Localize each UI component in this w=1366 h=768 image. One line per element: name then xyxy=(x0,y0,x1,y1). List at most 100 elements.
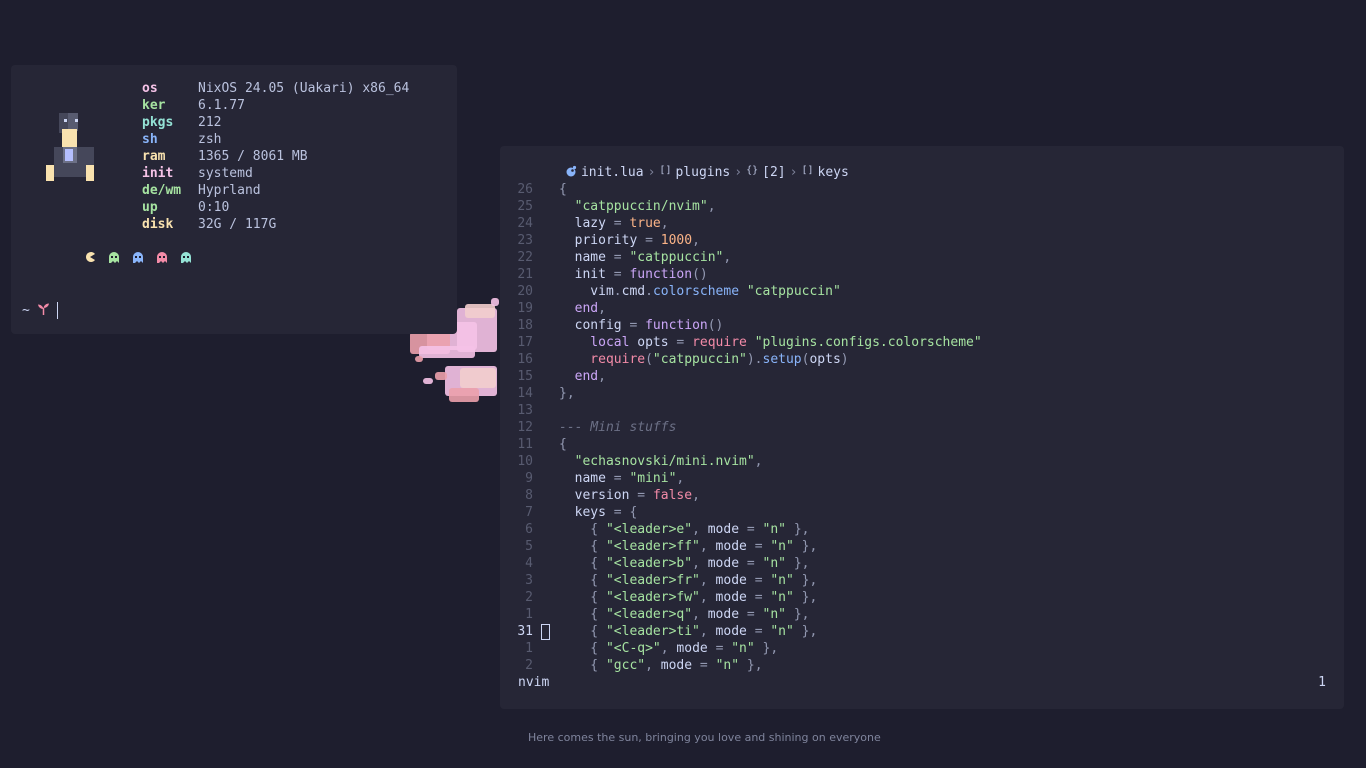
ghost-red-icon xyxy=(156,251,168,263)
breadcrumb-file[interactable]: init.lua xyxy=(581,165,644,180)
code-token: ). xyxy=(746,352,763,367)
code-token: }, xyxy=(786,556,810,571)
code-line: 4 { "<leader>b", mode = "n" }, xyxy=(500,555,1344,572)
sprout-icon xyxy=(37,302,50,319)
code-token: . xyxy=(613,284,622,299)
fetch-row: init systemd xyxy=(142,165,409,182)
fetch-terminal-window[interactable]: os NixOS 24.05 (Uakari) x86_64 ker 6.1.77 pk… xyxy=(11,65,457,334)
code-token: "catppuccin" xyxy=(746,284,841,299)
code-token: , xyxy=(660,216,669,231)
code-token: , xyxy=(692,556,708,571)
code-line: 8 version = false, xyxy=(500,487,1344,504)
code-token: "n" xyxy=(770,590,794,605)
code-token: , xyxy=(699,573,716,588)
fetch-key: disk xyxy=(142,217,174,232)
code-token: }, xyxy=(754,641,779,656)
breadcrumb-item[interactable]: [2] xyxy=(762,165,785,180)
code-token: "plugins.configs.colorscheme" xyxy=(754,335,982,350)
fetch-key: ram xyxy=(142,149,166,164)
code-token: mode xyxy=(715,624,755,639)
code-line: 2 { "<leader>fw", mode = "n" }, xyxy=(500,589,1344,606)
code-line: 17 local opts = require "plugins.configs… xyxy=(500,334,1344,351)
code-token: mode xyxy=(715,573,755,588)
code-token: , xyxy=(754,454,763,469)
code-token: }, xyxy=(793,539,818,554)
code-token: "n" xyxy=(762,556,786,571)
code-line: 1 { "<C-q>", mode = "n" }, xyxy=(500,640,1344,657)
code-token: . xyxy=(645,284,653,299)
code-token: , xyxy=(699,624,716,639)
object-icon: {} xyxy=(746,165,759,176)
shell-prompt[interactable]: ~ xyxy=(22,301,58,319)
code-token: mode xyxy=(707,556,747,571)
breadcrumb-separator: › xyxy=(647,165,656,180)
code-token: { xyxy=(559,590,606,605)
code-token: = xyxy=(645,233,661,248)
line-number: 31 xyxy=(517,624,533,639)
fetch-row: sh zsh xyxy=(142,131,409,148)
code-token: }, xyxy=(786,607,810,622)
code-token: "n" xyxy=(731,641,755,656)
line-number: 1 xyxy=(525,641,533,656)
code-token: keys xyxy=(559,505,614,520)
line-number: 17 xyxy=(517,335,533,350)
sakura-petal-cluster xyxy=(415,356,423,362)
code-line: 3 { "<leader>fr", mode = "n" }, xyxy=(500,572,1344,589)
code-token: mode xyxy=(660,658,700,673)
code-token: true xyxy=(629,216,661,231)
line-number: 9 xyxy=(525,471,533,486)
fetch-row: pkgs 212 xyxy=(142,114,409,131)
code-line: 26 { xyxy=(500,181,1344,198)
array-icon: [] xyxy=(801,165,814,176)
code-token: , xyxy=(598,301,606,316)
code-token: setup xyxy=(762,352,802,367)
code-line: 16 require("catppuccin").setup(opts) xyxy=(500,351,1344,368)
code-token: "catppuccin" xyxy=(629,250,724,265)
code-token: mode xyxy=(707,522,747,537)
code-token: local xyxy=(559,335,638,350)
code-token: }, xyxy=(559,386,575,401)
code-token: , xyxy=(692,233,700,248)
code-token: = xyxy=(754,539,771,554)
breadcrumb-item[interactable]: plugins xyxy=(675,165,730,180)
code-token: init xyxy=(559,267,614,282)
code-token: "n" xyxy=(715,658,740,673)
ghost-green-icon xyxy=(108,251,120,263)
fetch-key: sh xyxy=(142,132,158,147)
code-line: 18 config = function() xyxy=(500,317,1344,334)
fetch-key: pkgs xyxy=(142,115,174,130)
code-token: = xyxy=(613,250,630,265)
nvim-terminal-window[interactable]: init.lua ›[] plugins ›{} [2] ›[] keys 26{25 "… xyxy=(500,146,1344,709)
line-number: 10 xyxy=(517,454,533,469)
array-icon: [] xyxy=(659,165,672,176)
code-editor[interactable]: 26{25 "catppuccin/nvim", 24 lazy = true, 2… xyxy=(500,181,1344,674)
line-number: 24 xyxy=(517,216,533,231)
fetch-value: 0:10 xyxy=(198,200,230,215)
code-token: { xyxy=(559,658,606,673)
line-number: 4 xyxy=(525,556,533,571)
code-token: "catppuccin/nvim" xyxy=(574,199,708,214)
avatar xyxy=(46,113,94,183)
code-line: 20 vim.cmd.colorscheme "catppuccin" xyxy=(500,283,1344,300)
code-line: 10 "echasnovski/mini.nvim", xyxy=(500,453,1344,470)
fetch-row: ker 6.1.77 xyxy=(142,97,409,114)
fetch-key: os xyxy=(142,81,158,96)
line-number: 7 xyxy=(525,505,533,520)
fetch-value: systemd xyxy=(198,166,253,181)
code-token: = xyxy=(637,488,653,503)
code-token: = xyxy=(613,471,630,486)
code-token: --- Mini stuffs xyxy=(559,420,677,435)
code-line: 24 lazy = true, xyxy=(500,215,1344,232)
code-token: mode xyxy=(676,641,716,656)
fetch-info: os NixOS 24.05 (Uakari) x86_64 ker 6.1.77 pk… xyxy=(142,80,409,233)
fetch-value: Hyprland xyxy=(198,183,261,198)
code-token: = xyxy=(715,641,732,656)
code-line: 9 name = "mini", xyxy=(500,470,1344,487)
code-token: , xyxy=(707,199,716,214)
fetch-value: zsh xyxy=(198,132,222,147)
line-number: 22 xyxy=(517,250,533,265)
breadcrumb-item[interactable]: keys xyxy=(818,165,849,180)
color-dots xyxy=(84,251,192,263)
fetch-row: os NixOS 24.05 (Uakari) x86_64 xyxy=(142,80,409,97)
breadcrumb-separator: › xyxy=(789,165,798,180)
